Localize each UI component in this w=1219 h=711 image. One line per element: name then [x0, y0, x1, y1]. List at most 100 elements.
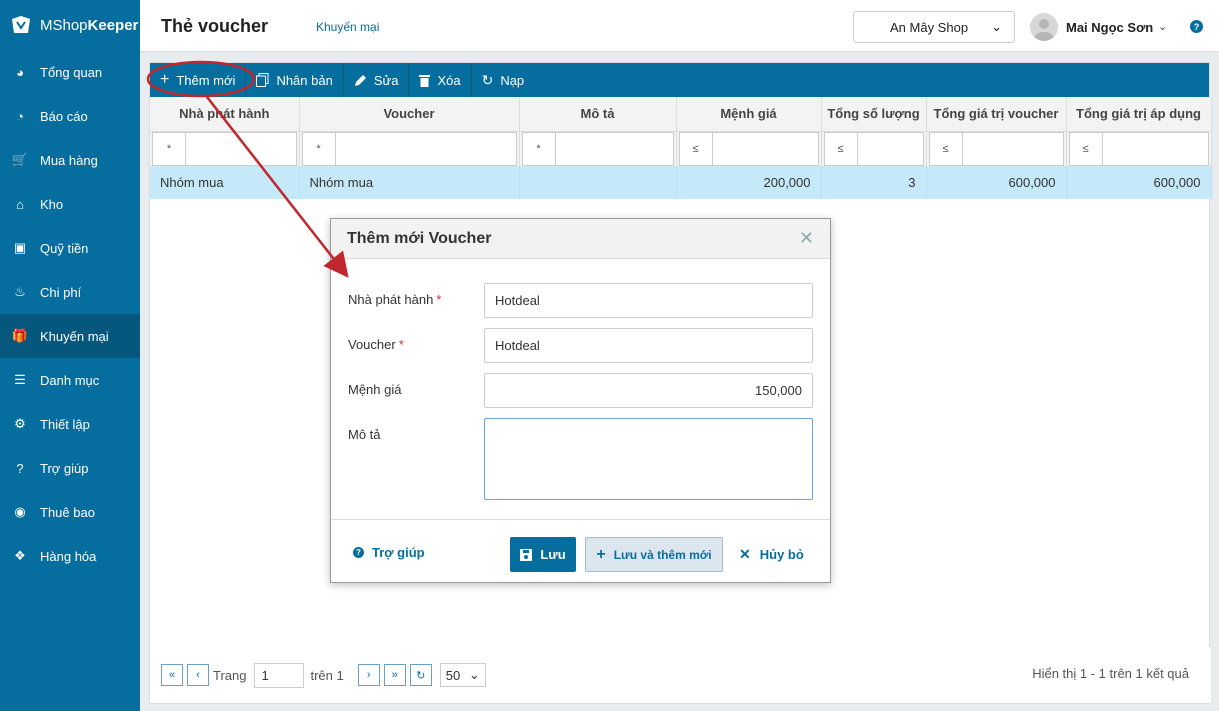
filter-cell: ≤: [926, 131, 1067, 166]
column-header[interactable]: Voucher: [299, 97, 520, 132]
filter-cell: *: [150, 131, 300, 166]
page-title: Thẻ voucher: [161, 16, 269, 36]
voucher-field[interactable]: Hotdeal: [484, 328, 813, 363]
help-icon[interactable]: ?: [1190, 20, 1203, 33]
filter-input[interactable]: [1102, 131, 1209, 166]
close-icon[interactable]: ✕: [799, 228, 814, 249]
help-icon: ?: [16, 460, 24, 476]
user-name[interactable]: Mai Ngọc Sơn: [1066, 20, 1153, 35]
column-header[interactable]: Tổng số lượng: [821, 97, 927, 132]
column-header[interactable]: Tổng giá trị voucher: [926, 97, 1067, 132]
issuer-field[interactable]: Hotdeal: [484, 283, 813, 318]
add-button[interactable]: + Thêm mới: [150, 63, 247, 97]
issuer-label: Nhà phát hành *: [348, 292, 442, 307]
save-and-add-button[interactable]: + Lưu và thêm mới: [585, 537, 723, 572]
sidebar-item-5[interactable]: ♨ Chi phí: [0, 270, 140, 314]
help-link[interactable]: ? Trợ giúp: [353, 545, 425, 560]
filter-operator[interactable]: *: [152, 131, 186, 166]
shop-select[interactable]: An Mây Shop ⌄: [853, 11, 1015, 43]
dialog-footer: ? Trợ giúp Lưu + Lưu và thêm mới ✕ Hủy bỏ: [331, 519, 830, 582]
filter-input[interactable]: [335, 131, 517, 166]
top-header: Thẻ voucher Khuyến mại An Mây Shop ⌄ Mai…: [140, 0, 1219, 52]
reload-button[interactable]: ↻ Nạp: [472, 63, 535, 97]
cubes-icon: ❖: [14, 548, 26, 563]
face-value-label: Mệnh giá: [348, 382, 402, 397]
plus-icon: +: [596, 545, 606, 563]
sidebar-item-3[interactable]: ⌂ Kho: [0, 182, 140, 226]
filter-operator[interactable]: *: [521, 131, 556, 166]
filter-cell: *: [519, 131, 677, 166]
dialog-title: Thêm mới Voucher: [347, 229, 492, 247]
save-button[interactable]: Lưu: [510, 537, 576, 572]
sidebar-item-0[interactable]: ◕ Tổng quan: [0, 50, 140, 94]
face-value-field[interactable]: 150,000: [484, 373, 813, 408]
filter-input[interactable]: [962, 131, 1064, 166]
filter-cell: ≤: [1066, 131, 1212, 166]
close-icon: ✕: [739, 546, 751, 562]
delete-label: Xóa: [437, 72, 461, 88]
sidebar-item-label: Tổng quan: [40, 64, 103, 80]
last-page-button[interactable]: »: [383, 664, 406, 686]
sidebar-item-7[interactable]: ☰ Danh mục: [0, 358, 140, 402]
sidebar-item-4[interactable]: ▣ Quỹ tiền: [0, 226, 140, 270]
description-textarea[interactable]: [484, 418, 813, 500]
column-header[interactable]: Nhà phát hành: [150, 97, 300, 132]
page-size-value: 50: [445, 667, 461, 683]
sidebar-item-label: Mua hàng: [40, 152, 98, 168]
sidebar-item-9[interactable]: ? Trợ giúp: [0, 446, 140, 490]
user-chevron-icon[interactable]: ⌄: [1158, 20, 1167, 33]
pager-summary: Hiển thị 1 - 1 trên 1 kết quả: [1032, 666, 1189, 681]
sidebar-item-1[interactable]: ◔ Báo cáo: [0, 94, 140, 138]
page-input[interactable]: 1: [254, 662, 305, 688]
floppy-icon: [520, 548, 533, 561]
breadcrumb-link[interactable]: Khuyến mại: [316, 20, 379, 34]
sidebar-item-8[interactable]: ⚙ Thiết lập: [0, 402, 140, 446]
avatar[interactable]: [1030, 13, 1058, 41]
sidebar-item-label: Hàng hóa: [40, 548, 97, 564]
sidebar-item-2[interactable]: 🛒 Mua hàng: [0, 138, 140, 182]
filter-operator[interactable]: ≤: [823, 131, 858, 166]
add-label: Thêm mới: [176, 72, 236, 88]
column-header[interactable]: Mệnh giá: [676, 97, 822, 132]
filter-operator[interactable]: *: [301, 131, 336, 166]
filter-input[interactable]: [186, 131, 297, 166]
filter-input[interactable]: [857, 131, 924, 166]
next-page-button[interactable]: ›: [357, 664, 380, 686]
refresh-page-button[interactable]: ↻: [409, 664, 432, 686]
sidebar-item-label: Báo cáo: [40, 108, 88, 124]
filter-operator[interactable]: ≤: [1068, 131, 1103, 166]
save-label: Lưu: [540, 547, 566, 562]
delete-button[interactable]: Xóa: [409, 63, 472, 97]
cancel-button[interactable]: ✕ Hủy bỏ: [739, 537, 804, 572]
table-row[interactable]: Nhóm mua Nhóm mua 200,000 3 600,000 600,000: [150, 165, 1212, 199]
sidebar-item-10[interactable]: ◉ Thuê bao: [0, 490, 140, 534]
prev-page-button[interactable]: ‹: [187, 664, 209, 686]
sidebar-item-6[interactable]: 🎁 Khuyến mại: [0, 314, 140, 358]
pager: « ‹ Trang 1 trên 1 › » ↻ 50 ⌄ Hiển thị 1 …: [150, 647, 1211, 703]
filter-operator[interactable]: ≤: [678, 131, 713, 166]
sidebar-item-11[interactable]: ❖ Hàng hóa: [0, 534, 140, 578]
filter-input[interactable]: [712, 131, 819, 166]
app-logo[interactable]: MShopKeeper: [0, 0, 140, 50]
list-icon: ☰: [14, 372, 26, 387]
duplicate-button[interactable]: Nhân bản: [246, 63, 344, 97]
cell-quantity: 3: [821, 165, 927, 199]
edit-button[interactable]: Sửa: [344, 63, 410, 97]
column-header[interactable]: Mô tả: [519, 97, 677, 132]
logo-text-light: MShop: [40, 16, 88, 34]
cell-face-value: 200,000: [676, 165, 822, 199]
filter-input[interactable]: [555, 131, 674, 166]
help-icon: ?: [353, 547, 364, 558]
first-page-button[interactable]: «: [161, 664, 183, 686]
filter-operator[interactable]: ≤: [928, 131, 963, 166]
add-voucher-dialog: Thêm mới Voucher ✕ Nhà phát hành * Hotdea…: [330, 218, 831, 583]
column-header[interactable]: Tổng giá trị áp dụng: [1066, 97, 1212, 132]
voucher-table: Nhà phát hành Voucher Mô tả Mệnh giá Tổng số…: [150, 97, 1212, 199]
trash-icon: [419, 74, 431, 87]
logo-text-bold: Keeper: [87, 16, 139, 34]
gear-icon: ⚙: [14, 416, 26, 431]
page-size-select[interactable]: 50 ⌄: [439, 663, 486, 687]
chevron-down-icon: ⌄: [991, 19, 1002, 34]
description-label: Mô tả: [348, 427, 381, 442]
filter-cell: ≤: [821, 131, 927, 166]
